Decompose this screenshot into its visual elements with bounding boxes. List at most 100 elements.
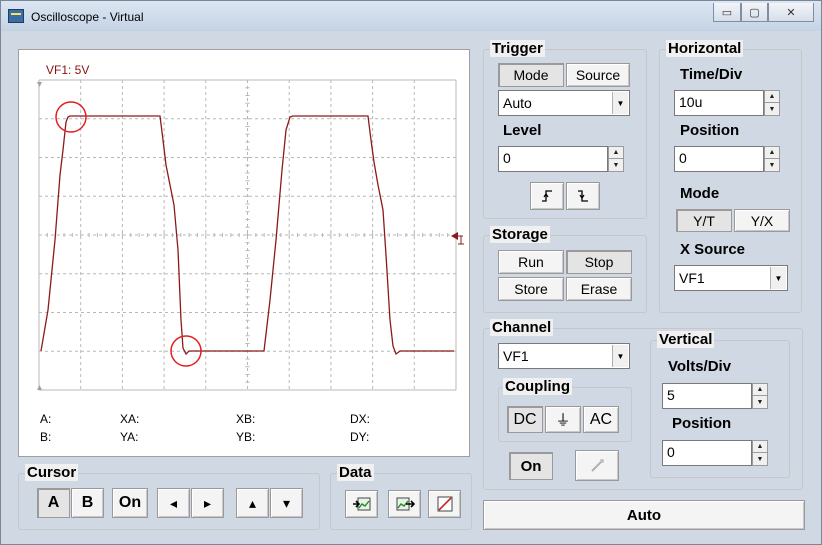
stepper-up-icon[interactable]: ▲: [753, 441, 767, 453]
channel-title: Channel: [490, 319, 554, 336]
close-button[interactable]: ✕: [768, 3, 814, 22]
channel-probe-button[interactable]: [575, 450, 619, 481]
trigger-source-button[interactable]: Source: [566, 63, 630, 87]
trigger-mode-button[interactable]: Mode: [498, 63, 564, 87]
arrow-right-icon: ▸: [203, 494, 212, 511]
volts-div-stepper[interactable]: ▲ ▼: [752, 383, 768, 409]
trigger-falling-edge-button[interactable]: [566, 182, 600, 210]
readout-xb: XB:: [236, 412, 256, 426]
cursor-left-button[interactable]: ◂: [157, 488, 190, 518]
trigger-rising-edge-button[interactable]: [530, 182, 564, 210]
volts-div-label: Volts/Div: [668, 358, 732, 375]
title-bar[interactable]: Oscilloscope - Virtual ▭ ▢ ✕: [1, 1, 821, 31]
cursor-b-button[interactable]: B: [71, 488, 104, 518]
horizontal-mode-label: Mode: [680, 185, 720, 202]
trigger-mode-select[interactable]: Auto ▼: [498, 90, 630, 116]
auto-button[interactable]: Auto: [483, 500, 805, 530]
yt-mode-button[interactable]: Y/T: [676, 209, 732, 232]
vertical-title: Vertical: [657, 331, 715, 348]
time-div-stepper[interactable]: ▲ ▼: [764, 90, 780, 116]
chevron-down-icon[interactable]: ▼: [770, 267, 786, 289]
readout-dx: DX:: [350, 412, 371, 426]
stop-button[interactable]: Stop: [566, 250, 632, 274]
data-clear-button[interactable]: [428, 490, 461, 518]
readout-a: A:: [40, 412, 52, 426]
trigger-level-stepper[interactable]: ▲ ▼: [608, 146, 624, 172]
stepper-up-icon[interactable]: ▲: [609, 147, 623, 159]
channel-on-button[interactable]: On: [509, 452, 553, 480]
stepper-up-icon[interactable]: ▲: [753, 384, 767, 396]
vertical-position-stepper[interactable]: ▲ ▼: [752, 440, 768, 466]
oscilloscope-app-icon: [8, 9, 24, 23]
x-source-value: VF1: [679, 270, 705, 286]
readout-dy: DY:: [350, 430, 370, 444]
stepper-down-icon[interactable]: ▼: [765, 103, 779, 115]
x-source-label: X Source: [680, 241, 746, 258]
arrow-up-icon: ▴: [248, 494, 257, 511]
rising-edge-icon: [542, 190, 552, 202]
data-import-button[interactable]: [345, 490, 378, 518]
readout-xa: XA:: [120, 412, 140, 426]
trigger-level-input[interactable]: 0: [498, 146, 608, 172]
dc-coupling-button[interactable]: DC: [507, 406, 543, 433]
trigger-level-label: Level: [503, 122, 542, 139]
horizontal-position-label: Position: [680, 122, 740, 139]
import-chart-icon: [352, 497, 370, 511]
stepper-down-icon[interactable]: ▼: [609, 159, 623, 171]
stepper-down-icon[interactable]: ▼: [753, 396, 767, 408]
data-export-button[interactable]: [388, 490, 421, 518]
coupling-title: Coupling: [503, 378, 572, 395]
trigger-title: Trigger: [490, 40, 545, 57]
storage-group: Storage: [483, 226, 647, 313]
export-chart-icon: [396, 497, 415, 511]
horizontal-title: Horizontal: [666, 40, 744, 57]
horizontal-position-input[interactable]: 0: [674, 146, 764, 172]
channel-scale-label: VF1: 5V: [46, 63, 90, 77]
minimize-button[interactable]: ▭: [713, 3, 741, 22]
time-div-label: Time/Div: [680, 66, 743, 83]
cursor-title: Cursor: [25, 464, 79, 481]
data-title: Data: [337, 464, 374, 481]
cursor-right-button[interactable]: ▸: [191, 488, 224, 518]
time-div-input[interactable]: 10u: [674, 90, 764, 116]
storage-title: Storage: [490, 226, 550, 243]
close-icon: ✕: [786, 6, 796, 19]
yx-mode-button[interactable]: Y/X: [734, 209, 790, 232]
readout-yb: YB:: [236, 430, 256, 444]
chevron-down-icon[interactable]: ▼: [612, 345, 628, 367]
channel-select-value: VF1: [503, 348, 529, 364]
chevron-down-icon[interactable]: ▼: [612, 92, 628, 114]
ground-icon: ⏚: [555, 412, 571, 429]
channel-select[interactable]: VF1 ▼: [498, 343, 630, 369]
stepper-up-icon[interactable]: ▲: [765, 91, 779, 103]
scope-display-panel: [18, 49, 470, 457]
x-source-select[interactable]: VF1 ▼: [674, 265, 788, 291]
maximize-icon: ▢: [749, 6, 760, 19]
horizontal-position-stepper[interactable]: ▲ ▼: [764, 146, 780, 172]
maximize-button[interactable]: ▢: [741, 3, 768, 22]
cursor-down-button[interactable]: ▾: [270, 488, 303, 518]
falling-edge-icon: [578, 190, 588, 202]
cursor-up-button[interactable]: ▴: [236, 488, 269, 518]
vertical-position-label: Position: [672, 415, 732, 432]
arrow-down-icon: ▾: [282, 494, 291, 511]
stepper-down-icon[interactable]: ▼: [753, 453, 767, 465]
run-button[interactable]: Run: [498, 250, 564, 274]
readout-b: B:: [40, 430, 52, 444]
window-title: Oscilloscope - Virtual: [31, 10, 144, 24]
clear-chart-icon: [437, 496, 452, 512]
ground-coupling-button[interactable]: ⏚: [545, 406, 581, 433]
cursor-on-button[interactable]: On: [112, 488, 148, 518]
ac-coupling-button[interactable]: AC: [583, 406, 619, 433]
erase-button[interactable]: Erase: [566, 277, 632, 301]
readout-ya: YA:: [120, 430, 139, 444]
minimize-icon: ▭: [721, 6, 733, 19]
probe-icon: [591, 458, 604, 472]
stepper-up-icon[interactable]: ▲: [765, 147, 779, 159]
stepper-down-icon[interactable]: ▼: [765, 159, 779, 171]
vertical-position-input[interactable]: 0: [662, 440, 752, 466]
volts-div-input[interactable]: 5: [662, 383, 752, 409]
trigger-mode-value: Auto: [503, 95, 532, 111]
store-button[interactable]: Store: [498, 277, 564, 301]
cursor-a-button[interactable]: A: [37, 488, 70, 518]
